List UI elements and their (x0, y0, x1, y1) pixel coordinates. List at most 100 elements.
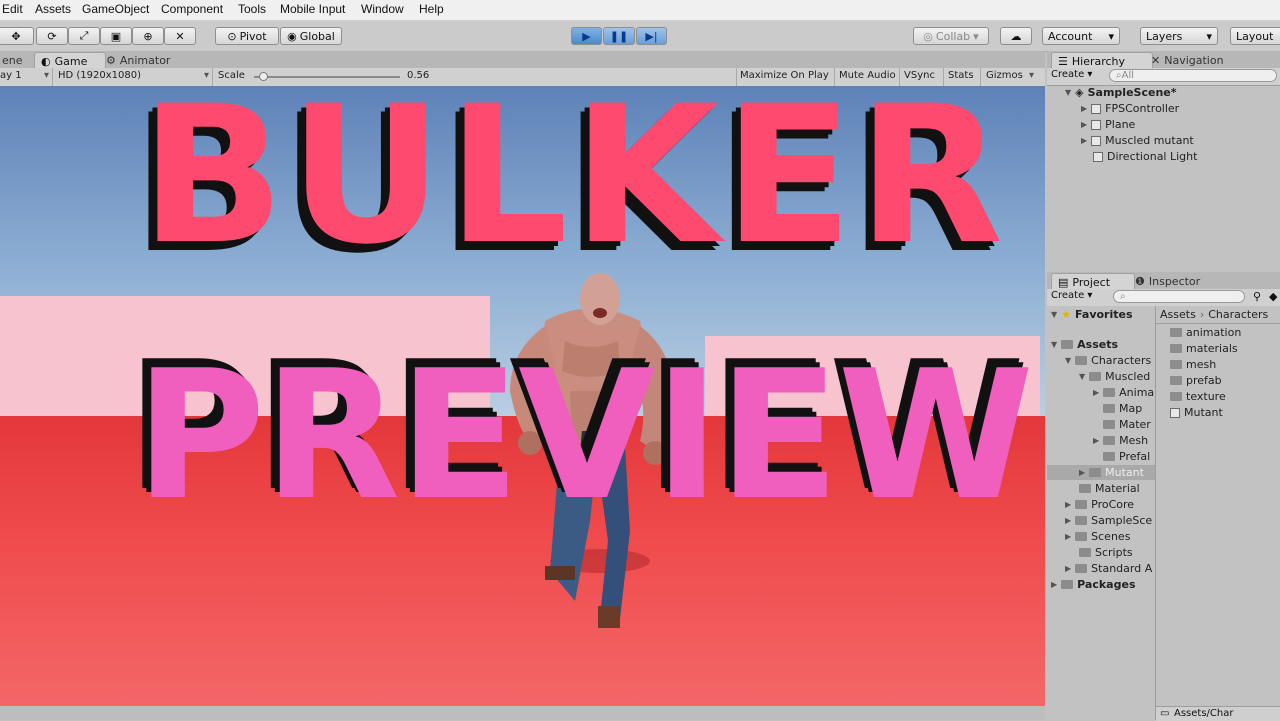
favorites-label: Favorites (1075, 308, 1133, 321)
tree-item-label: Anima (1119, 386, 1155, 399)
file-item[interactable]: Mutant (1170, 406, 1223, 419)
layout-label: Layout (1236, 29, 1274, 43)
file-item[interactable]: texture (1170, 390, 1226, 403)
tree-item[interactable]: ▼ Characters (1065, 354, 1151, 367)
hierarchy-create-button[interactable]: Create ▾ (1051, 69, 1092, 80)
filter-icon[interactable]: ⚲ (1253, 290, 1261, 303)
tree-item[interactable]: Map (1103, 402, 1142, 415)
rotate-tool-button[interactable]: ⟳ (36, 27, 68, 45)
layers-dropdown[interactable]: Layers ▾ (1140, 27, 1218, 45)
tab-navigation[interactable]: ✕ Navigation (1145, 52, 1230, 68)
unity-icon: ◈ (1075, 86, 1084, 99)
tree-item[interactable]: ▼ Muscled (1079, 370, 1150, 383)
stats-toggle[interactable]: Stats (948, 70, 974, 81)
file-item[interactable]: animation (1170, 326, 1241, 339)
cloud-button[interactable]: ☁ (1000, 27, 1032, 45)
mute-audio-toggle[interactable]: Mute Audio (839, 70, 896, 81)
chevron-right-icon: ▶ (1051, 580, 1058, 589)
hand-tool-button[interactable]: ✥ (0, 27, 34, 45)
assets-node[interactable]: ▼ Assets (1051, 338, 1118, 351)
tab-inspector-label: Inspector (1148, 274, 1201, 288)
chevron-down-icon: ▼ (1051, 340, 1058, 349)
tree-item[interactable]: ▶ ProCore (1065, 498, 1134, 511)
project-create-button[interactable]: Create ▾ (1051, 290, 1092, 301)
maximize-on-play-toggle[interactable]: Maximize On Play (740, 70, 829, 81)
resolution-dropdown[interactable]: HD (1920x1080) (58, 70, 141, 81)
menu-edit[interactable]: Edit (2, 2, 23, 16)
tab-scene[interactable]: ene (0, 52, 29, 68)
chevron-right-icon: ▶ (1081, 104, 1088, 113)
menu-window[interactable]: Window (361, 2, 404, 16)
folder-icon (1061, 580, 1074, 589)
hierarchy-item[interactable]: ▶ Plane (1081, 118, 1135, 131)
prefab-icon (1170, 407, 1180, 418)
tree-item-label: Muscled (1105, 370, 1151, 383)
hierarchy-search-placeholder: All (1121, 70, 1135, 81)
breadcrumb-item[interactable]: Assets (1160, 308, 1196, 321)
collab-button[interactable]: ◎ Collab ▾ (913, 27, 989, 45)
pivot-button[interactable]: ⊙ Pivot (215, 27, 279, 45)
breadcrumb-item[interactable]: Characters (1208, 308, 1268, 321)
display-dropdown[interactable]: ay 1 (0, 70, 22, 81)
tree-item[interactable]: ▶ Standard A (1065, 562, 1152, 575)
step-button[interactable]: ▶| (636, 27, 667, 45)
menu-tools[interactable]: Tools (238, 2, 266, 16)
file-item[interactable]: mesh (1170, 358, 1216, 371)
layers-label: Layers (1146, 29, 1183, 43)
play-button[interactable]: ▶ (571, 27, 602, 45)
overlay-title-line1: BULKER (140, 86, 1008, 286)
tree-item-selected[interactable]: ▶ Mutant (1047, 465, 1155, 480)
tab-project[interactable]: ▤ Project (1051, 273, 1135, 290)
hierarchy-item[interactable]: Directional Light (1093, 150, 1197, 163)
tab-game[interactable]: ◐ Game (34, 52, 106, 69)
gizmos-dropdown[interactable]: Gizmos (986, 70, 1023, 81)
pause-icon: ❚❚ (609, 29, 629, 43)
tree-item[interactable]: Scripts (1079, 546, 1133, 559)
account-dropdown[interactable]: Account ▾ (1042, 27, 1120, 45)
tab-inspector[interactable]: ❶ Inspector (1129, 273, 1206, 289)
tree-item[interactable]: ▶ Anima (1093, 386, 1154, 399)
folder-icon (1089, 372, 1102, 381)
rect-tool-button[interactable]: ▣ (100, 27, 132, 45)
pause-button[interactable]: ❚❚ (603, 27, 635, 45)
tree-item[interactable]: ▶ SampleSce (1065, 514, 1152, 527)
menu-help[interactable]: Help (419, 2, 444, 16)
hierarchy-item-label: FPSController (1105, 102, 1180, 115)
scale-tool-button[interactable]: ⤢ (68, 27, 100, 45)
layout-dropdown[interactable]: Layout (1230, 27, 1280, 45)
folder-icon (1170, 376, 1182, 385)
menu-mobile-input[interactable]: Mobile Input (280, 2, 345, 16)
vsync-toggle[interactable]: VSync (904, 70, 935, 81)
scene-root[interactable]: ▼ ◈ SampleScene* (1065, 86, 1176, 99)
menu-assets[interactable]: Assets (35, 2, 71, 16)
transform-tool-button[interactable]: ⊕ (132, 27, 164, 45)
menu-component[interactable]: Component (161, 2, 223, 16)
scale-slider[interactable] (254, 72, 400, 81)
tree-item[interactable]: ▶ Scenes (1065, 530, 1130, 543)
tree-item[interactable]: ▶ Mesh (1093, 434, 1148, 447)
folder-icon: ▭ (1160, 708, 1170, 719)
menu-gameobject[interactable]: GameObject (82, 2, 149, 16)
label-icon[interactable]: ◆ (1269, 290, 1277, 303)
file-item[interactable]: prefab (1170, 374, 1222, 387)
game-viewport[interactable]: BULKER PREVIEW (0, 86, 1045, 706)
custom-tool-button[interactable]: ✕ (164, 27, 196, 45)
project-search-input[interactable]: ⌕ (1113, 290, 1245, 303)
tab-animator[interactable]: ⚙ Animator (100, 52, 176, 68)
file-item-label: mesh (1186, 358, 1217, 371)
hierarchy-item[interactable]: ▶ Muscled mutant (1081, 134, 1194, 147)
packages-node[interactable]: ▶ Packages (1051, 578, 1136, 591)
tree-item[interactable]: Mater (1103, 418, 1151, 431)
global-button[interactable]: ◉ Global (280, 27, 342, 45)
tree-item[interactable]: Material (1079, 482, 1140, 495)
hierarchy-search-input[interactable]: ⌕All (1109, 69, 1277, 82)
scale-slider-thumb[interactable] (258, 72, 268, 81)
breadcrumb: Assets › Characters (1160, 308, 1268, 321)
file-item[interactable]: materials (1170, 342, 1238, 355)
hierarchy-item[interactable]: ▶ FPSController (1081, 102, 1179, 115)
favorites-node[interactable]: ▼ ★ Favorites (1051, 308, 1133, 321)
scene-name: SampleScene* (1087, 86, 1177, 99)
tree-item[interactable]: Prefal (1103, 450, 1150, 463)
tab-hierarchy[interactable]: ☰ Hierarchy (1051, 52, 1153, 69)
info-icon: ❶ (1135, 274, 1145, 288)
